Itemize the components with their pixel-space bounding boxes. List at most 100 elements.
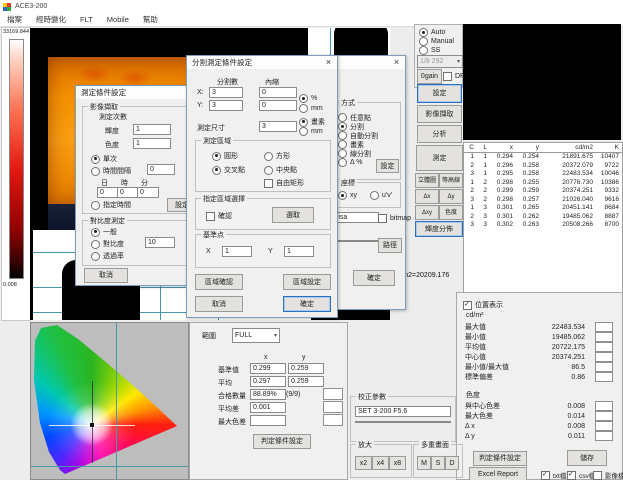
cie-chromaticity-diagram[interactable] — [30, 322, 189, 480]
ref-y-field[interactable]: 0.259 — [288, 363, 324, 374]
luminance-dist-button[interactable]: 輝度分佈 — [415, 221, 463, 237]
radio-auto[interactable]: Auto — [419, 28, 445, 37]
confirm-checkbox[interactable]: 確認 — [206, 211, 232, 221]
menu-item-3[interactable]: Mobile — [100, 15, 136, 24]
title-bar[interactable]: ACE3-200 — [0, 0, 623, 13]
y-div-field[interactable]: 3 — [209, 100, 243, 111]
zoom-x4-button[interactable]: x4 — [372, 456, 389, 470]
size-mm-radio[interactable]: mm — [299, 127, 323, 136]
zero-gain-button[interactable]: 0gain — [417, 69, 442, 84]
radio-manual[interactable]: Manual — [419, 37, 454, 46]
ok-button[interactable]: 確定 — [353, 270, 395, 286]
position-display-checkbox[interactable]: 位置表示 — [463, 300, 503, 310]
specified-time-radio[interactable]: 指定時間 — [91, 200, 131, 210]
area-confirm-button[interactable]: 區域確認 — [195, 274, 243, 290]
table-row[interactable]: 230.3010.26219485.0628887 — [464, 213, 622, 222]
contrast-radio[interactable]: 對比度 — [91, 239, 124, 249]
judge-condition-button[interactable]: 判定條件設定 — [473, 451, 527, 466]
interval-field[interactable]: 0 — [147, 164, 175, 175]
multi-s-button[interactable]: S — [431, 456, 445, 470]
cross-point-radio[interactable]: 交叉點 — [212, 165, 245, 175]
contrast-field[interactable]: 10 — [145, 237, 175, 248]
multi-m-button[interactable]: M — [417, 456, 431, 470]
method-option-5[interactable]: Δ % — [338, 158, 378, 167]
base-y-field[interactable]: 1 — [284, 246, 314, 257]
zoom-x2-button[interactable]: x2 — [355, 456, 372, 470]
zoom-x8-button[interactable]: x8 — [389, 456, 406, 470]
capture-button[interactable]: 影像擷取 — [417, 105, 462, 123]
chroma-count-field[interactable]: 1 — [133, 138, 171, 149]
close-icon[interactable]: × — [322, 57, 335, 68]
avg-y-field[interactable]: 0.259 — [288, 376, 324, 387]
delta-y-button[interactable]: Δy — [439, 189, 463, 204]
file-name-field[interactable]: risa — [333, 212, 379, 223]
contour-button[interactable]: 等高線 — [439, 173, 463, 188]
excel-report-button[interactable]: Excel Report — [469, 467, 527, 480]
ok-button[interactable]: 確定 — [283, 296, 331, 312]
menu-item-1[interactable]: 經時變化 — [29, 14, 73, 25]
save-button[interactable]: 儲存 — [567, 450, 607, 466]
range-select[interactable]: FULL▾ — [232, 328, 280, 343]
transmit-radio[interactable]: 透過率 — [91, 251, 124, 261]
close-icon[interactable]: × — [390, 57, 403, 68]
ref-x-field[interactable]: 0.299 — [250, 363, 286, 374]
table-row[interactable]: 310.2950.25822483.53410046 — [464, 170, 622, 179]
shutter-select[interactable]: 1/8 292▾ — [417, 55, 463, 68]
delta-x-button[interactable]: Δx — [415, 189, 439, 204]
bitmap-checkbox[interactable]: bitmap — [378, 214, 411, 223]
image-file-checkbox[interactable]: 影像檔 — [593, 470, 623, 480]
dr-checkbox[interactable]: DR — [443, 72, 465, 81]
table-row[interactable]: 110.2940.25421891.67510407 — [464, 153, 622, 162]
avg-x-field[interactable]: 0.297 — [250, 376, 286, 387]
method-option-4[interactable]: 線分割 — [338, 149, 378, 158]
cancel-button[interactable]: 取消 — [195, 296, 243, 312]
radio-ss[interactable]: SS — [419, 46, 440, 55]
x-inner-field[interactable]: 0 — [259, 87, 297, 98]
view3d-button[interactable]: 立體圖 — [415, 173, 439, 188]
menu-item-4[interactable]: 幫助 — [136, 14, 165, 25]
free-rect-checkbox[interactable]: 自由矩形 — [264, 178, 304, 188]
unit-mm-radio[interactable]: mm — [299, 104, 323, 113]
calibration-field[interactable]: SET 3-200 F5.6 — [355, 406, 451, 417]
chroma-button[interactable]: 色度 — [439, 205, 463, 220]
center-point-radio[interactable]: 中央點 — [264, 165, 297, 175]
table-row[interactable]: 120.2980.25520776.73010386 — [464, 179, 622, 188]
multi-d-button[interactable]: D — [445, 456, 459, 470]
min-field[interactable]: 0 — [137, 187, 159, 198]
txt-file-checkbox[interactable]: txt檔 — [541, 470, 566, 480]
day-field[interactable]: 0 — [97, 187, 119, 198]
csv-file-checkbox[interactable]: csv檔 — [567, 470, 595, 480]
table-row[interactable]: 130.3010.26520451.1418684 — [464, 204, 622, 213]
judge-condition-button[interactable]: 判定條件設定 — [253, 434, 311, 449]
path-button[interactable]: 路徑 — [378, 238, 402, 253]
general-radio[interactable]: 一般 — [91, 227, 117, 237]
menu-item-0[interactable]: 檔案 — [0, 14, 29, 25]
x-div-field[interactable]: 3 — [209, 87, 243, 98]
lum-count-field[interactable]: 1 — [133, 124, 171, 135]
method-set-button[interactable]: 設定 — [376, 159, 399, 173]
settings-button[interactable]: 設定 — [417, 84, 462, 103]
area-set-button[interactable]: 區域設定 — [283, 274, 331, 290]
unit-percent-radio[interactable]: % — [299, 94, 317, 103]
size-field[interactable]: 3 — [259, 121, 297, 132]
table-row[interactable]: 330.3020.26320508.2668700 — [464, 221, 622, 230]
square-radio[interactable]: 方形 — [264, 151, 290, 161]
table-row[interactable]: 320.2980.25721026.0409616 — [464, 196, 622, 205]
cancel-button[interactable]: 取消 — [84, 268, 128, 283]
pick-button[interactable]: 選取 — [272, 207, 314, 223]
base-x-field[interactable]: 1 — [222, 246, 252, 257]
calibration-field-2[interactable] — [355, 421, 451, 423]
delta-xy-button[interactable]: Δxy — [415, 205, 439, 220]
size-pixel-radio[interactable]: 畫素 — [299, 117, 325, 127]
hour-field[interactable]: 0 — [117, 187, 139, 198]
menu-item-2[interactable]: FLT — [73, 15, 100, 24]
circle-radio[interactable]: 圓形 — [212, 151, 238, 161]
measure-button[interactable]: 測定 — [416, 145, 463, 171]
y-inner-field[interactable]: 0 — [259, 100, 297, 111]
table-row[interactable]: 220.2990.25920374.2519332 — [464, 187, 622, 196]
coord-xy-radio[interactable]: xy — [338, 191, 357, 200]
coord-uv-radio[interactable]: u'v' — [370, 191, 392, 200]
dialog-title-bar[interactable]: 分割測定條件設定 — [187, 56, 337, 69]
table-row[interactable]: 210.2960.25820372.0799722 — [464, 162, 622, 171]
interval-radio[interactable]: 時間間隔 — [91, 166, 131, 176]
